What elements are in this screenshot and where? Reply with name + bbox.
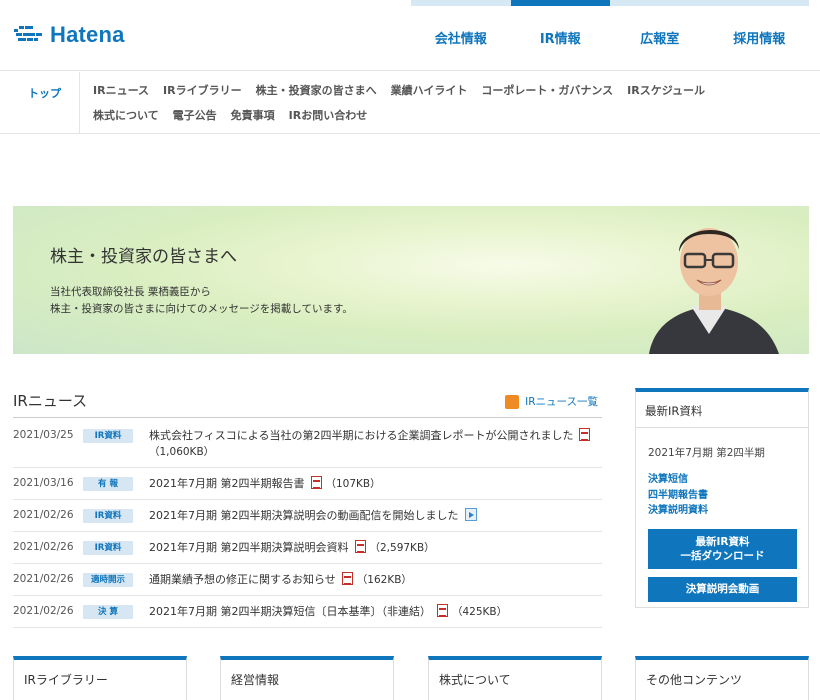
site-header: Hatena 会社情報 IR情報 広報室 採用情報: [0, 0, 820, 71]
subnav-message[interactable]: 株主・投資家の皆さまへ: [256, 84, 377, 109]
subnav-top-link[interactable]: トップ: [0, 72, 80, 134]
subnav-disclaimer[interactable]: 免責事項: [231, 109, 275, 134]
file-size: （162KB）: [356, 574, 412, 586]
news-title: 2021年7月期 第2四半期報告書: [149, 477, 305, 490]
list-item: 2021/02/26 適時開示 通期業績予想の修正に関するお知らせ （162KB）: [13, 564, 602, 596]
list-item: 2021/02/26 IR資料 2021年7月期 第2四半期決算説明会の動画配信…: [13, 500, 602, 532]
banner-message: 当社代表取締役社長 栗栖義臣から 株主・投資家の皆さまに向けてのメッセージを掲載…: [50, 284, 353, 318]
news-title: 2021年7月期 第2四半期決算短信〔日本基準〕（非連結）: [149, 605, 431, 618]
message-banner[interactable]: 株主・投資家の皆さまへ 当社代表取締役社長 栗栖義臣から 株主・投資家の皆さまに…: [13, 206, 809, 354]
latest-ir-panel: 最新IR資料 2021年7月期 第2四半期 決算短信 四半期報告書 決算説明資料…: [635, 388, 809, 608]
news-category-badge: 決 算: [83, 605, 133, 619]
news-link[interactable]: 2021年7月期 第2四半期決算説明会資料 （2,597KB）: [149, 540, 602, 556]
pdf-icon: [579, 428, 591, 441]
list-item: 2021/02/26 決 算 2021年7月期 第2四半期決算短信〔日本基準〕（…: [13, 596, 602, 628]
file-size: （2,597KB）: [369, 542, 435, 554]
ceo-portrait: [649, 228, 779, 354]
news-link[interactable]: 2021年7月期 第2四半期決算説明会の動画配信を開始しました: [149, 508, 602, 524]
ir-news-list-link[interactable]: IRニュース一覧: [505, 394, 598, 409]
news-date: 2021/02/26: [13, 573, 74, 585]
news-title: 2021年7月期 第2四半期決算説明会資料: [149, 541, 349, 554]
file-size: （425KB）: [452, 606, 508, 618]
nav-company[interactable]: 会社情報: [411, 6, 511, 71]
news-date: 2021/03/25: [13, 429, 74, 441]
news-category-badge: IR資料: [83, 429, 133, 443]
box-other[interactable]: その他コンテンツ: [635, 656, 809, 700]
ir-subnav: トップ IRニュース IRライブラリー 株主・投資家の皆さまへ 業績ハイライト …: [0, 72, 820, 134]
video-icon: [464, 508, 477, 521]
subnav-contact[interactable]: IRお問い合わせ: [289, 109, 368, 134]
nav-recruit[interactable]: 採用情報: [710, 6, 810, 71]
news-link[interactable]: 株式会社フィスコによる当社の第2四半期における企業調査レポートが公開されました （…: [149, 428, 602, 460]
subnav-e-notice[interactable]: 電子公告: [173, 109, 217, 134]
banner-title: 株主・投資家の皆さまへ: [50, 247, 237, 267]
news-date: 2021/02/26: [13, 605, 74, 617]
hatena-logo[interactable]: Hatena: [14, 22, 125, 48]
banner-line-2: 株主・投資家の皆さまに向けてのメッセージを掲載しています。: [50, 303, 353, 315]
subnav-highlights[interactable]: 業績ハイライト: [391, 84, 468, 109]
subnav-schedule[interactable]: IRスケジュール: [627, 84, 705, 109]
earnings-video-button[interactable]: 決算説明会動画: [648, 576, 797, 602]
box-stock[interactable]: 株式について: [428, 656, 602, 700]
global-nav: 会社情報 IR情報 広報室 採用情報: [411, 0, 809, 71]
link-earnings-report[interactable]: 決算短信: [648, 472, 808, 488]
news-category-badge: IR資料: [83, 509, 133, 523]
file-size: （1,060KB）: [149, 446, 215, 458]
latest-ir-title: 最新IR資料: [636, 392, 808, 428]
news-category-badge: 有 報: [83, 477, 133, 491]
subnav-governance[interactable]: コーポレート・ガバナンス: [481, 84, 613, 109]
subnav-ir-news[interactable]: IRニュース: [93, 84, 149, 109]
subnav-stock[interactable]: 株式について: [93, 109, 159, 134]
box-management[interactable]: 経営情報: [220, 656, 394, 700]
news-category-badge: 適時開示: [83, 573, 133, 587]
bulk-download-line-2: 一括ダウンロード: [680, 549, 765, 562]
news-link[interactable]: 通期業績予想の修正に関するお知らせ （162KB）: [149, 572, 602, 588]
news-title: 株式会社フィスコによる当社の第2四半期における企業調査レポートが公開されました: [149, 429, 574, 442]
ir-news-title: IRニュース: [13, 392, 88, 410]
latest-ir-period: 2021年7月期 第2四半期: [648, 447, 765, 459]
banner-line-1: 当社代表取締役社長 栗栖義臣から: [50, 286, 211, 298]
pdf-icon: [341, 572, 353, 585]
logo-text: Hatena: [50, 22, 125, 47]
box-ir-library[interactable]: IRライブラリー: [13, 656, 187, 700]
news-date: 2021/02/26: [13, 509, 74, 521]
link-quarterly-report[interactable]: 四半期報告書: [648, 488, 808, 504]
pdf-icon: [354, 540, 366, 553]
list-item: 2021/03/16 有 報 2021年7月期 第2四半期報告書 （107KB）: [13, 468, 602, 500]
list-item: 2021/03/25 IR資料 株式会社フィスコによる当社の第2四半期における企…: [13, 420, 602, 468]
latest-ir-links: 決算短信 四半期報告書 決算説明資料: [636, 472, 808, 519]
news-date: 2021/03/16: [13, 477, 74, 489]
subnav-links: IRニュース IRライブラリー 株主・投資家の皆さまへ 業績ハイライト コーポレ…: [93, 84, 793, 134]
pdf-icon: [310, 476, 322, 489]
news-date: 2021/02/26: [13, 541, 74, 553]
subnav-ir-library[interactable]: IRライブラリー: [163, 84, 242, 109]
ir-news-list-label: IRニュース一覧: [525, 396, 598, 408]
news-title: 2021年7月期 第2四半期決算説明会の動画配信を開始しました: [149, 509, 459, 522]
news-title: 通期業績予想の修正に関するお知らせ: [149, 573, 336, 586]
pdf-icon: [437, 604, 448, 617]
link-presentation[interactable]: 決算説明資料: [648, 503, 808, 519]
file-size: （107KB）: [325, 478, 381, 490]
hatena-logo-icon: [14, 26, 42, 41]
news-link[interactable]: 2021年7月期 第2四半期報告書 （107KB）: [149, 476, 602, 492]
news-category-badge: IR資料: [83, 541, 133, 555]
rss-icon: [505, 394, 520, 409]
nav-ir[interactable]: IR情報: [510, 0, 611, 71]
news-link[interactable]: 2021年7月期 第2四半期決算短信〔日本基準〕（非連結） （425KB）: [149, 604, 602, 620]
bulk-download-line-1: 最新IR資料: [695, 535, 750, 548]
bulk-download-button[interactable]: 最新IR資料 一括ダウンロード: [648, 528, 797, 569]
ir-news-header: IRニュース IRニュース一覧: [13, 388, 602, 418]
list-item: 2021/02/26 IR資料 2021年7月期 第2四半期決算説明会資料 （2,…: [13, 532, 602, 564]
ir-news-list: 2021/03/25 IR資料 株式会社フィスコによる当社の第2四半期における企…: [13, 420, 602, 628]
nav-pr[interactable]: 広報室: [610, 6, 710, 71]
